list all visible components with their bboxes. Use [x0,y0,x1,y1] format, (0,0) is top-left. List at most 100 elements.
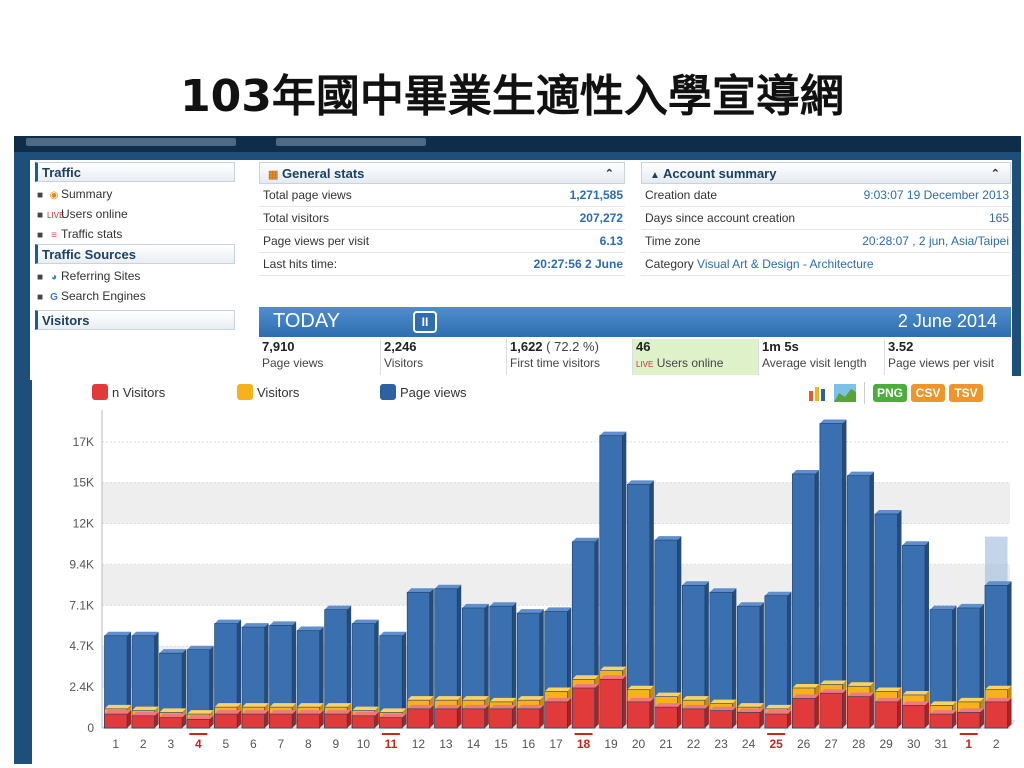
new-visitors-bar-side [704,704,709,728]
new-visitors-bar-side [622,675,627,728]
x-tick-label: 4 [195,737,202,751]
today-stat-caption: Users online [656,356,724,370]
new-visitors-bar [681,708,706,729]
account-label: Days since account creation [645,211,796,225]
x-tick-label: 10 [357,737,371,751]
y-tick-label: 2.4K [69,680,94,694]
today-bar: TODAY II 2 June 2014 [259,307,1011,337]
x-tick-label: 19 [604,737,618,751]
new-visitors-bar [406,708,431,729]
y-tick-label: 4.7K [69,639,94,653]
sidebar-item-users-online[interactable]: ■ LIVEUsers online [35,204,235,224]
chart-plot: 02.4K4.7K7.1K9.4K12K15K17K1 2 3 4 5 6 7 8 9 10 11 1… [69,410,1016,751]
x-tick-label: 17 [549,737,563,751]
page-views-bar-top [572,537,599,542]
new-visitors-bar-top [874,697,902,702]
page-views-bar-top [242,623,269,628]
visitors-bar-top [682,696,709,701]
page-views-bar-top [874,509,902,514]
new-visitors-bar [571,687,596,729]
today-label: TODAY [273,310,341,332]
page-views-bar-top [379,631,407,636]
new-visitors-bar-top [819,689,847,694]
today-date: 2 June 2014 [897,311,997,331]
visitors-bar-top [654,692,682,697]
new-visitors-bar-side [539,704,544,728]
new-visitors-bar [599,678,623,729]
visitors-bar-top [984,685,1012,690]
referring-icon: ◕ [50,272,58,283]
category-link[interactable]: Visual Art & Design - Architecture [697,257,874,271]
today-stat-caption: Page views [262,356,324,370]
new-visitors-bar-side [869,692,874,728]
today-stat: 3.52 Page views per visit [885,339,1011,375]
visitors-bar-top [599,666,627,671]
today-stat-value: 7,910 [262,339,295,354]
new-visitors-bar [709,710,733,729]
account-summary-title: Account summary [663,166,777,181]
new-visitors-bar [186,718,210,729]
lock-icon: ■ [37,292,44,303]
new-visitors-bar-top [682,704,709,709]
page-views-bar-top [489,602,517,607]
new-visitors-bar-top [984,697,1012,702]
today-stat-value: 1,622 [510,339,543,354]
x-tick-label: 23 [714,737,728,751]
visitors-bar-top [269,703,297,708]
new-visitors-bar [626,701,651,729]
new-visitors-bar [544,701,568,729]
new-visitors-bar-top [957,708,985,713]
account-row: Creation date 9:03:07 19 December 2013 [641,184,1011,207]
page-views-bar-top [297,626,324,631]
stat-value: 1,271,585 [569,188,623,202]
general-stats-box: ▦ General stats ⌃ Total page views 1,271,… [259,162,625,276]
top-bar [14,136,1021,152]
x-tick-label: 21 [659,737,673,751]
stats-icon: ≡ [51,230,57,241]
new-visitors-bar [654,706,678,729]
sidebar-item-summary[interactable]: ■ ◉ Summary [35,184,235,204]
sidebar-item-traffic-stats[interactable]: ■ ≡ Traffic stats [35,224,235,244]
page-views-bar-top [929,605,957,610]
live-icon: LIVE [47,211,65,220]
x-tick-label: 18 [577,737,591,751]
collapse-icon[interactable]: ⌃ [991,163,1000,185]
visitors-bar-top [517,696,544,701]
new-visitors-bar-top [379,713,407,718]
page-views-bar-top [627,480,654,485]
sidebar-section-traffic-sources[interactable]: Traffic Sources [35,244,235,264]
page-views-bar-top [517,609,544,614]
page-views-bar-top [819,419,847,424]
page-views-bar-top [214,619,242,624]
y-tick-label: 0 [87,721,94,735]
sidebar-item-search-engines[interactable]: ■ G Search Engines [35,286,235,306]
sidebar-item-referring-sites[interactable]: ■ ◕ Referring Sites [35,266,235,286]
sidebar-section-visitors[interactable]: Visitors [35,310,235,330]
x-tick-label: 29 [880,737,894,751]
page-title: 103年國中畢業生適性入學宣導網 [180,71,844,122]
new-visitors-bar [874,701,898,729]
sidebar-section-traffic[interactable]: Traffic [35,162,235,182]
pause-button[interactable]: II [413,311,437,333]
new-visitors-bar [131,715,155,729]
user-icon: ▲ [650,170,660,181]
x-tick-label: 24 [742,737,756,751]
new-visitors-bar-top [572,683,599,688]
new-visitors-bar [434,708,458,729]
visitors-bar-top [407,696,434,701]
collapse-icon[interactable]: ⌃ [605,163,614,185]
today-stat-users-online[interactable]: 46 LIVE Users online [633,339,759,375]
new-visitors-bar-top [764,710,792,715]
page-views-bar-top [434,584,462,589]
new-visitors-bar [379,717,403,729]
page-views-bar-top [159,649,187,654]
new-visitors-bar-top [324,710,352,715]
account-value: 20:28:07 , 2 jun, Asia/Taipei [862,234,1009,248]
account-summary-box: ▲ Account summary ⌃ Creation date 9:03:07… [641,162,1011,276]
account-summary-header[interactable]: ▲ Account summary ⌃ [641,162,1011,184]
new-visitors-bar-top [709,706,737,711]
today-stat-value: 46 [636,339,651,354]
visitors-bar-top [847,682,874,687]
general-stats-header[interactable]: ▦ General stats ⌃ [259,162,625,184]
x-tick-label: 9 [333,737,340,751]
